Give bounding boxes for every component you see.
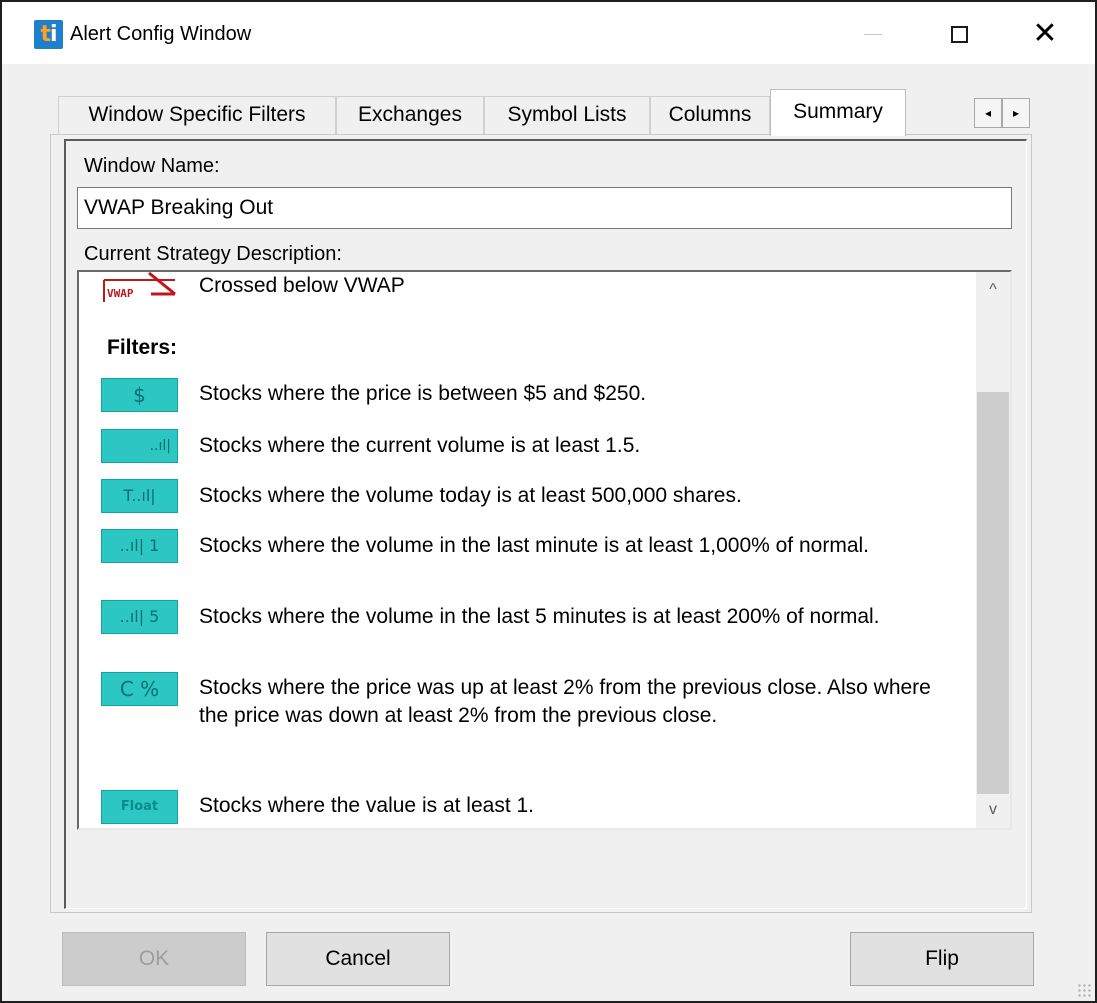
description-scrollbar[interactable]: ^ v <box>976 272 1010 828</box>
resize-grip-icon[interactable] <box>1077 983 1091 997</box>
tab-symbol-lists[interactable]: Symbol Lists <box>484 96 650 134</box>
window-title: Alert Config Window <box>70 23 252 45</box>
alert-config-window: ti Alert Config Window ✕ Window Specific… <box>0 0 1097 1003</box>
change-percent-icon: C % <box>101 672 178 706</box>
float-icon: Float <box>101 790 178 824</box>
minimize-button[interactable] <box>850 12 896 56</box>
volume-today-icon: T..ıl| <box>101 479 178 513</box>
filter-price-text: Stocks where the price is between $5 and… <box>199 382 647 405</box>
filters-heading: Filters: <box>107 336 178 359</box>
svg-text:VWAP: VWAP <box>107 287 134 300</box>
flip-button[interactable]: Flip <box>850 932 1034 986</box>
filter-current-volume-text: Stocks where the current volume is at le… <box>199 434 641 457</box>
close-icon: ✕ <box>1032 17 1058 50</box>
scroll-down-button[interactable]: v <box>976 792 1010 828</box>
tab-scroll-left-button[interactable]: ◂ <box>974 98 1002 128</box>
filter-volume-5min-text: Stocks where the volume in the last 5 mi… <box>199 605 880 628</box>
cancel-button[interactable]: Cancel <box>266 932 450 986</box>
price-dollar-icon: $ <box>101 378 178 412</box>
volume-bars-icon: ..ıl| <box>101 429 178 463</box>
tab-window-specific-filters[interactable]: Window Specific Filters <box>58 96 336 134</box>
volume-1min-icon: ..ıl| 1 <box>101 529 178 563</box>
volume-5min-icon: ..ıl| 5 <box>101 600 178 634</box>
ok-button[interactable]: OK <box>62 932 246 986</box>
filter-volume-today-text: Stocks where the volume today is at leas… <box>199 484 742 507</box>
maximize-icon <box>950 25 968 43</box>
tab-exchanges[interactable]: Exchanges <box>336 96 484 134</box>
window-name-input[interactable] <box>77 187 1012 229</box>
maximize-button[interactable] <box>936 12 982 56</box>
scroll-thumb[interactable] <box>977 392 1009 794</box>
window-name-label: Window Name: <box>84 155 220 177</box>
scroll-up-button[interactable]: ^ <box>976 272 1010 308</box>
minimize-icon <box>864 33 882 35</box>
filter-float-text: Stocks where the value is at least 1. <box>199 794 535 817</box>
vwap-cross-icon: VWAP <box>101 272 178 302</box>
tab-summary[interactable]: Summary <box>770 89 906 136</box>
description-content: VWAP Crossed below VWAP Filters: $ Stock… <box>79 272 974 828</box>
app-logo-icon: ti <box>34 20 63 49</box>
close-button[interactable]: ✕ <box>1022 12 1068 56</box>
title-bar[interactable]: ti Alert Config Window ✕ <box>2 2 1095 64</box>
tab-scroll-right-button[interactable]: ▸ <box>1002 98 1030 128</box>
filter-change-percent-text: Stocks where the price was up at least 2… <box>199 676 931 727</box>
alert-description: Crossed below VWAP <box>199 274 405 297</box>
tab-columns[interactable]: Columns <box>650 96 770 134</box>
strategy-description-box[interactable]: VWAP Crossed below VWAP Filters: $ Stock… <box>77 270 1012 830</box>
filter-volume-1min-text: Stocks where the volume in the last minu… <box>199 534 870 557</box>
strategy-description-label: Current Strategy Description: <box>84 243 342 265</box>
